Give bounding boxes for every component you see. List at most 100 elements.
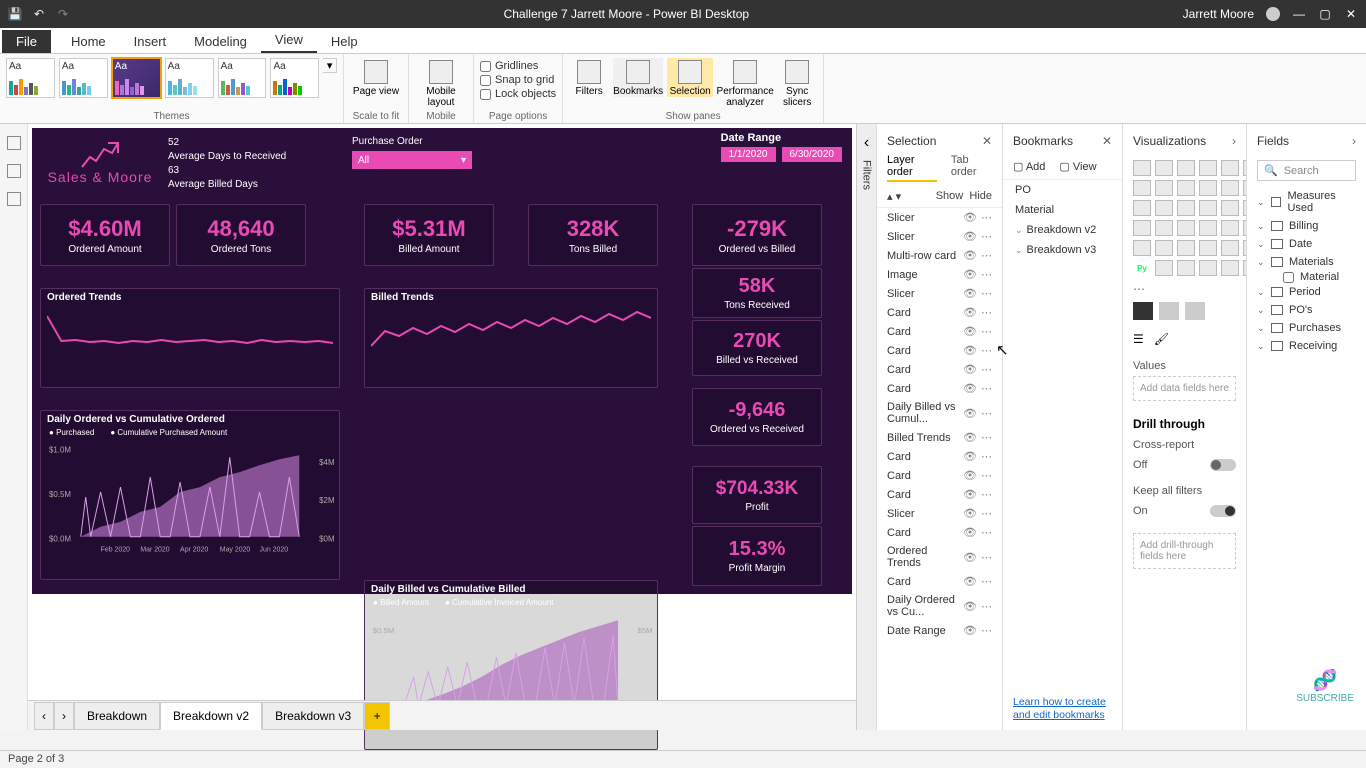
visibility-icon[interactable]: 👁 xyxy=(963,575,977,588)
viz-type-icon[interactable] xyxy=(1155,200,1173,216)
more-icon[interactable]: ⋯ xyxy=(981,624,992,637)
selection-item[interactable]: Ordered Trends👁⋯ xyxy=(877,542,1002,572)
tab-insert[interactable]: Insert xyxy=(120,30,181,53)
viz-type-icon[interactable] xyxy=(1177,180,1195,196)
selection-item[interactable]: Billed Trends👁⋯ xyxy=(877,428,1002,447)
fields-search[interactable]: 🔍Search xyxy=(1257,160,1356,181)
page-tab[interactable]: Breakdown v3 xyxy=(262,702,364,730)
selection-item[interactable]: Daily Billed vs Cumul...👁⋯ xyxy=(877,398,1002,428)
viz-type-icon[interactable] xyxy=(1199,220,1217,236)
visibility-icon[interactable]: 👁 xyxy=(963,526,977,539)
visibility-icon[interactable]: 👁 xyxy=(963,230,977,243)
tab-view[interactable]: View xyxy=(261,28,317,53)
filters-pane-button[interactable]: Filters xyxy=(569,58,609,97)
theme-thumb[interactable]: Aa xyxy=(270,58,319,98)
field-table[interactable]: ⌄PO's xyxy=(1247,301,1366,319)
more-icon[interactable]: ⋯ xyxy=(981,469,992,482)
viz-type-icon[interactable] xyxy=(1133,200,1151,216)
viz-type-icon[interactable] xyxy=(1133,160,1151,176)
viz-type-icon[interactable] xyxy=(1177,160,1195,176)
viz-type-icon[interactable] xyxy=(1133,180,1151,196)
chevron-right-icon[interactable]: › xyxy=(1232,134,1236,148)
report-view-icon[interactable] xyxy=(7,136,21,150)
billed-trends-chart[interactable]: Billed Trends xyxy=(364,288,658,388)
viz-type-icon[interactable] xyxy=(1155,160,1173,176)
viz-type-icon[interactable] xyxy=(1155,220,1173,236)
field-table[interactable]: ⌄Receiving xyxy=(1247,337,1366,355)
report-page[interactable]: Sales & Moore 52 Average Days to Receive… xyxy=(32,128,852,594)
more-icon[interactable]: ⋯ xyxy=(981,526,992,539)
tab-home[interactable]: Home xyxy=(57,30,120,53)
save-icon[interactable]: 💾 xyxy=(8,7,22,21)
more-icon[interactable]: ⋯ xyxy=(981,450,992,463)
more-icon[interactable]: ⋯ xyxy=(981,488,992,501)
lock-check[interactable]: Lock objects xyxy=(480,88,556,100)
more-icon[interactable]: ⋯ xyxy=(981,268,992,281)
date-range-slicer[interactable]: Date Range 1/1/2020 6/30/2020 xyxy=(721,132,842,162)
selection-item[interactable]: Card👁⋯ xyxy=(877,360,1002,379)
daily-ordered-combo-chart[interactable]: Daily Ordered vs Cumulative Ordered ● Pu… xyxy=(40,410,340,580)
viz-type-icon[interactable] xyxy=(1177,200,1195,216)
card-tons-billed[interactable]: 328KTons Billed xyxy=(528,204,658,266)
tab-help[interactable]: Help xyxy=(317,30,372,53)
layer-order-tab[interactable]: Layer order xyxy=(887,154,937,182)
viz-type-icon[interactable] xyxy=(1221,180,1239,196)
performance-analyzer-button[interactable]: Performance analyzer xyxy=(717,58,773,108)
visibility-icon[interactable]: 👁 xyxy=(963,287,977,300)
viz-type-icon[interactable] xyxy=(1133,220,1151,236)
bookmark-view-button[interactable]: ▢ View xyxy=(1059,160,1096,173)
selection-pane-button[interactable]: Selection xyxy=(667,58,713,97)
bookmark-item[interactable]: PO xyxy=(1003,180,1122,200)
field-table[interactable]: ⌄Billing xyxy=(1247,217,1366,235)
viz-type-icon[interactable] xyxy=(1177,220,1195,236)
bookmarks-pane-button[interactable]: Bookmarks xyxy=(613,58,663,97)
selection-item[interactable]: Card👁⋯ xyxy=(877,322,1002,341)
format-icon[interactable] xyxy=(1159,302,1179,320)
bookmark-item[interactable]: Material xyxy=(1003,200,1122,220)
card-ordered-amount[interactable]: $4.60MOrdered Amount xyxy=(40,204,170,266)
minimize-button[interactable]: — xyxy=(1292,7,1306,21)
card-ordered-tons[interactable]: 48,640Ordered Tons xyxy=(176,204,306,266)
more-icon[interactable]: ⋯ xyxy=(981,363,992,376)
field-table[interactable]: ⌄Date xyxy=(1247,235,1366,253)
visibility-icon[interactable]: 👁 xyxy=(963,382,977,395)
chevron-right-icon[interactable]: › xyxy=(1352,134,1356,148)
viz-type-icon[interactable] xyxy=(1199,260,1217,276)
fields-format-icon[interactable] xyxy=(1133,302,1153,320)
selection-item[interactable]: Card👁⋯ xyxy=(877,303,1002,322)
viz-type-icon[interactable] xyxy=(1155,180,1173,196)
viz-type-icon[interactable] xyxy=(1199,180,1217,196)
theme-thumb-selected[interactable]: Aa xyxy=(112,58,161,98)
close-icon[interactable]: ✕ xyxy=(1102,134,1112,148)
bookmark-add-button[interactable]: ▢ Add xyxy=(1013,160,1045,173)
selection-item[interactable]: Multi-row card👁⋯ xyxy=(877,246,1002,265)
page-view-button[interactable]: Page view xyxy=(350,58,402,97)
theme-thumb[interactable]: Aa xyxy=(6,58,55,98)
viz-type-icon[interactable] xyxy=(1199,200,1217,216)
more-icon[interactable]: ⋯ xyxy=(981,287,992,300)
visibility-icon[interactable]: 👁 xyxy=(963,624,977,637)
viz-type-icon[interactable] xyxy=(1155,260,1173,276)
viz-type-icon[interactable] xyxy=(1221,160,1239,176)
selection-item[interactable]: Slicer👁⋯ xyxy=(877,227,1002,246)
values-drop-zone[interactable]: Add data fields here xyxy=(1133,376,1236,401)
card-ordered-vs-billed[interactable]: -279KOrdered vs Billed xyxy=(692,204,822,266)
more-icon[interactable]: ⋯ xyxy=(981,325,992,338)
visibility-icon[interactable]: 👁 xyxy=(963,407,977,420)
model-view-icon[interactable] xyxy=(7,192,21,206)
bookmark-item[interactable]: ⌄Breakdown v2 xyxy=(1003,220,1122,240)
card-tons-received[interactable]: 58KTons Received xyxy=(692,268,822,318)
viz-type-icon[interactable] xyxy=(1199,240,1217,256)
visibility-icon[interactable]: 👁 xyxy=(963,450,977,463)
viz-type-icon[interactable] xyxy=(1221,200,1239,216)
selection-item[interactable]: Slicer👁⋯ xyxy=(877,208,1002,227)
visibility-icon[interactable]: 👁 xyxy=(963,325,977,338)
selection-item[interactable]: Card👁⋯ xyxy=(877,447,1002,466)
viz-type-icon[interactable] xyxy=(1177,240,1195,256)
visibility-icon[interactable]: 👁 xyxy=(963,306,977,319)
filters-pane-collapsed[interactable]: ‹ Filters xyxy=(856,124,876,730)
more-icon[interactable]: ⋯ xyxy=(981,507,992,520)
bookmark-item[interactable]: ⌄Breakdown v3 xyxy=(1003,240,1122,260)
page-tab-active[interactable]: Breakdown v2 xyxy=(160,702,262,730)
visibility-icon[interactable]: 👁 xyxy=(963,268,977,281)
